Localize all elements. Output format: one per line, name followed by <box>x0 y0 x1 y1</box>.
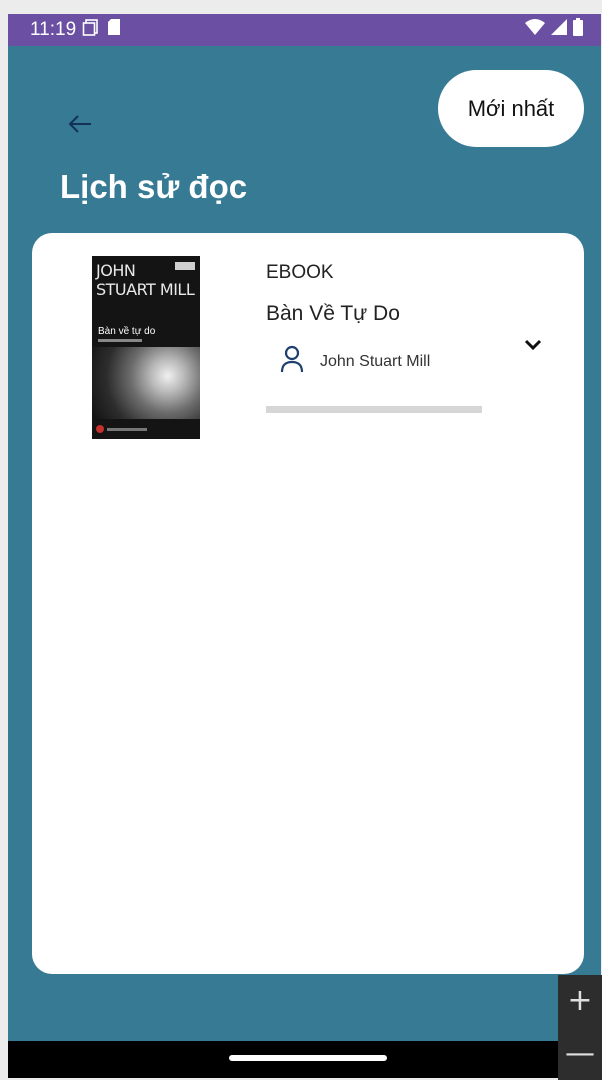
status-bar: 11:19 <box>8 14 601 46</box>
battery-icon <box>573 18 583 42</box>
cover-author-line2: STUART MILL <box>96 280 195 299</box>
reading-history-list: JOHN STUART MILL Bàn về tự do EBOOK Bàn … <box>32 233 584 974</box>
back-button[interactable] <box>60 106 100 146</box>
page-title: Lịch sử đọc <box>60 168 248 205</box>
expand-button[interactable] <box>520 337 546 357</box>
cover-subtitle-line <box>98 339 142 342</box>
cover-series-mark <box>175 262 195 270</box>
sd-card-icon <box>106 18 122 42</box>
cover-title: Bàn về tự do <box>98 326 156 337</box>
reading-progress-bar <box>266 406 482 413</box>
arrow-left-icon <box>67 113 93 140</box>
chevron-down-icon <box>524 338 542 356</box>
book-title: Bàn Về Tự Do <box>266 302 400 325</box>
signal-icon <box>551 19 567 41</box>
author-name: John Stuart Mill <box>320 352 431 370</box>
status-time: 11:19 <box>30 19 77 40</box>
publisher-logo-icon <box>96 425 104 433</box>
zoom-in-button[interactable]: + <box>567 986 592 1016</box>
person-icon <box>280 345 304 378</box>
book-cover: JOHN STUART MILL Bàn về tự do <box>92 256 200 439</box>
app-screen: 11:19 Mới nhất Lịch sử đọc JOHN STUART M… <box>8 14 601 1078</box>
book-type: EBOOK <box>266 262 334 283</box>
navigation-bar <box>8 1041 601 1078</box>
zoom-controls: + — <box>558 975 602 1080</box>
wifi-icon <box>525 19 545 41</box>
home-indicator[interactable] <box>229 1055 387 1061</box>
screen-icon <box>82 18 100 42</box>
author-row: John Stuart Mill <box>280 345 430 378</box>
cover-author-line1: JOHN <box>96 261 136 280</box>
zoom-out-button[interactable]: — <box>565 1038 595 1069</box>
cover-artwork <box>92 347 200 419</box>
sort-button[interactable]: Mới nhất <box>438 70 584 147</box>
cover-publisher-line <box>107 428 147 431</box>
